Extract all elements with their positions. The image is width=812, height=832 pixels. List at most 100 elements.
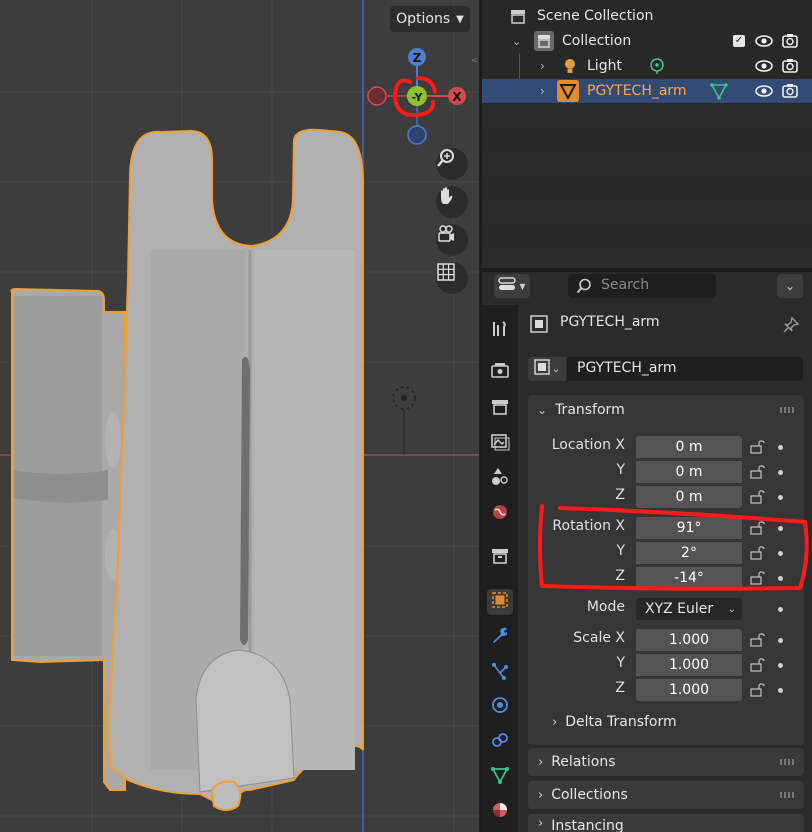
transform-panel-header[interactable]: ⌄ Transform xyxy=(528,396,804,424)
lock-icon[interactable] xyxy=(750,683,765,697)
mode-label: Mode xyxy=(586,599,625,615)
location-x-field[interactable]: 0 m xyxy=(636,436,742,458)
mesh-data-icon[interactable] xyxy=(710,82,728,104)
chevron-right-icon[interactable]: › xyxy=(540,84,545,98)
search-input[interactable]: Search xyxy=(568,274,716,298)
relations-panel-header[interactable]: › Relations xyxy=(528,748,804,776)
rotation-mode-value: XYZ Euler xyxy=(645,601,714,617)
chevron-right-icon[interactable]: › xyxy=(540,59,545,73)
chevron-down-icon: ⌄ xyxy=(727,603,736,615)
properties-editor-icon xyxy=(498,276,517,296)
render-camera-icon[interactable] xyxy=(781,57,799,79)
scale-x-label: Scale X xyxy=(573,630,625,646)
location-y-field[interactable]: 0 m xyxy=(636,461,742,483)
tab-constraints[interactable] xyxy=(487,729,513,755)
zoom-button[interactable] xyxy=(436,148,468,180)
object-name-input[interactable]: PGYTECH_arm xyxy=(567,357,803,381)
light-icon xyxy=(562,57,578,79)
options-dropdown-button[interactable]: ⌄ xyxy=(777,274,803,298)
tab-data[interactable] xyxy=(487,764,513,790)
checkbox-icon[interactable]: ✓ xyxy=(733,35,745,47)
drag-handle-icon[interactable] xyxy=(780,407,794,413)
wrench-icon xyxy=(490,625,510,649)
chevron-left-icon[interactable]: < xyxy=(471,56,479,66)
instancing-title: Instancing xyxy=(551,818,624,832)
outliner-label: Collection xyxy=(562,33,632,49)
scene-collection-icon xyxy=(510,8,526,24)
navigation-gizmo[interactable]: Z X -Y xyxy=(360,40,472,150)
lock-icon[interactable] xyxy=(750,633,765,647)
render-camera-icon[interactable] xyxy=(781,32,799,54)
tab-output[interactable] xyxy=(487,396,513,422)
tab-scene[interactable] xyxy=(487,466,513,492)
tab-modifiers[interactable] xyxy=(487,624,513,650)
keyframe-dot-icon[interactable] xyxy=(778,607,783,612)
object-icon xyxy=(490,590,510,614)
light-object xyxy=(392,386,416,455)
object-name-value: PGYTECH_arm xyxy=(577,360,677,376)
tab-particles[interactable] xyxy=(487,660,513,686)
options-button[interactable]: Options ▼ xyxy=(390,6,470,32)
tab-material[interactable] xyxy=(487,799,513,825)
lock-icon[interactable] xyxy=(750,658,765,672)
gizmo-x-label: X xyxy=(452,90,462,104)
transform-title: Transform xyxy=(555,402,625,418)
keyframe-dot-icon[interactable] xyxy=(778,638,783,643)
lock-icon[interactable] xyxy=(750,465,765,479)
eye-icon[interactable] xyxy=(755,33,773,53)
outliner-label: Light xyxy=(587,58,622,74)
drag-handle-icon[interactable] xyxy=(780,792,794,798)
scale-x-field[interactable]: 1.000 xyxy=(636,629,742,651)
world-icon xyxy=(490,502,510,526)
delta-transform-subpanel[interactable]: › Delta Transform xyxy=(552,714,677,730)
keyframe-dot-icon[interactable] xyxy=(778,470,783,475)
outliner-row-scene-collection[interactable]: Scene Collection xyxy=(482,4,812,28)
keyframe-dot-icon[interactable] xyxy=(778,663,783,668)
image-icon xyxy=(490,432,510,456)
relations-title: Relations xyxy=(551,754,616,770)
search-icon xyxy=(576,278,592,298)
object-browse-button[interactable]: ⌄ xyxy=(528,357,566,381)
outliner-panel: Scene Collection ⌄ Collection ✓ › Light … xyxy=(482,0,812,268)
instancing-panel-header[interactable]: › Instancing xyxy=(528,814,804,832)
outliner-row-pgytech-arm[interactable]: › PGYTECH_arm xyxy=(482,79,812,103)
chevron-down-icon: ⌄ xyxy=(551,363,561,375)
scale-z-field[interactable]: 1.000 xyxy=(636,679,742,701)
rotation-mode-select[interactable]: XYZ Euler ⌄ xyxy=(636,598,742,620)
keyframe-dot-icon[interactable] xyxy=(778,688,783,693)
keyframe-dot-icon[interactable] xyxy=(778,445,783,450)
chevron-right-icon: › xyxy=(552,714,558,730)
tab-world[interactable] xyxy=(487,501,513,527)
search-placeholder: Search xyxy=(601,277,650,293)
constraint-icon xyxy=(490,730,510,754)
object-header-icon xyxy=(530,315,548,337)
pan-button[interactable] xyxy=(436,186,468,218)
orthographic-toggle-button[interactable] xyxy=(436,262,468,294)
outliner-row-light[interactable]: › Light xyxy=(482,54,812,78)
tab-collection[interactable] xyxy=(487,545,513,571)
gizmo-z-label: Z xyxy=(413,51,422,65)
drag-handle-icon[interactable] xyxy=(780,759,794,765)
collection-icon xyxy=(534,31,554,51)
camera-view-button[interactable] xyxy=(436,224,468,256)
tab-object[interactable] xyxy=(487,589,513,615)
chevron-down-icon: ▼ xyxy=(456,13,464,25)
chevron-right-icon: › xyxy=(538,787,544,803)
mesh-object-icon xyxy=(557,80,579,102)
3d-viewport[interactable]: Options ▼ < Z X -Y xyxy=(0,0,479,832)
eye-icon[interactable] xyxy=(755,58,773,78)
lock-icon[interactable] xyxy=(750,440,765,454)
tab-tool[interactable] xyxy=(487,318,513,344)
pin-icon[interactable] xyxy=(782,316,800,338)
tab-view-layer[interactable] xyxy=(487,431,513,457)
eye-icon[interactable] xyxy=(755,83,773,103)
outliner-row-collection[interactable]: ⌄ Collection ✓ xyxy=(482,29,812,53)
tab-render[interactable] xyxy=(487,359,513,385)
editor-type-button[interactable]: ▼ xyxy=(494,274,530,298)
chevron-down-icon[interactable]: ⌄ xyxy=(512,35,521,48)
light-data-icon[interactable] xyxy=(648,57,666,79)
collections-panel-header[interactable]: › Collections xyxy=(528,781,804,809)
render-camera-icon[interactable] xyxy=(781,82,799,104)
tab-physics[interactable] xyxy=(487,694,513,720)
scale-y-field[interactable]: 1.000 xyxy=(636,654,742,676)
